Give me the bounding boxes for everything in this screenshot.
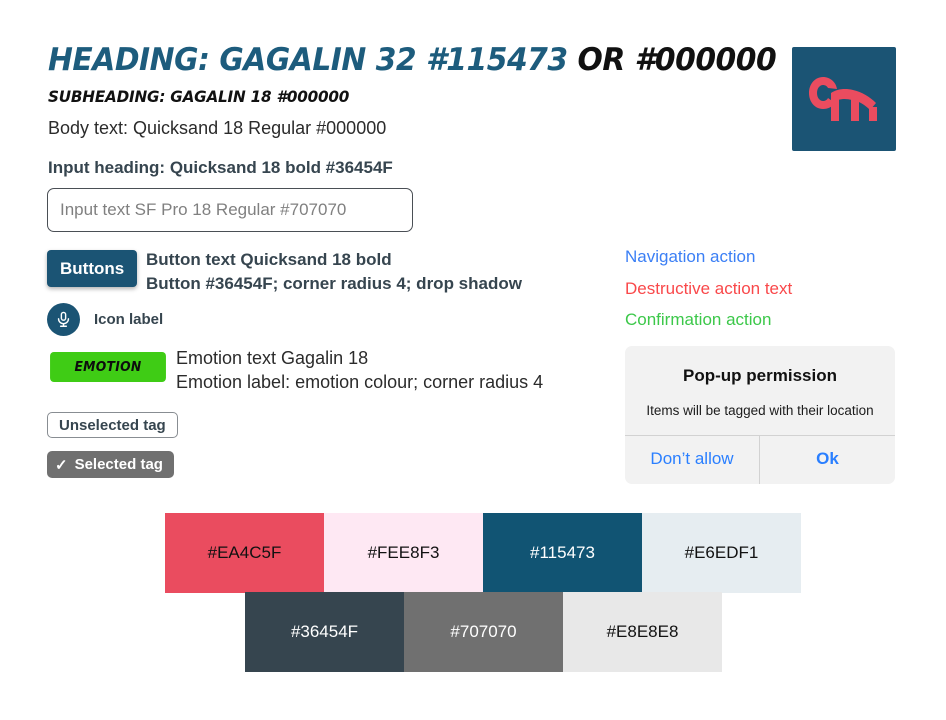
color-swatch: #EA4C5F: [165, 513, 324, 593]
color-swatch: #FEE8F3: [324, 513, 483, 593]
page-heading: HEADING: GAGALIN 32 #115473 OR #000000: [48, 42, 777, 78]
color-swatch: #707070: [404, 592, 563, 672]
microphone-icon[interactable]: [47, 303, 80, 336]
page-subheading: SUBHEADING: GAGALIN 18 #000000: [48, 87, 350, 106]
color-swatch: #36454F: [245, 592, 404, 672]
popup-title: Pop-up permission: [683, 366, 837, 385]
button-description: Button text Quicksand 18 bold Button #36…: [146, 248, 522, 296]
palette-row-neutral: #36454F #707070 #E8E8E8: [245, 592, 722, 672]
sample-text-input[interactable]: [47, 188, 413, 232]
emotion-tag[interactable]: EMOTION: [50, 352, 166, 382]
popup-permission-dialog: Pop-up permission Items will be tagged w…: [625, 346, 895, 484]
button-description-line-1: Button text Quicksand 18 bold: [146, 250, 392, 269]
selected-tag[interactable]: ✓ Selected tag: [47, 451, 174, 478]
color-swatch: #E8E8E8: [563, 592, 722, 672]
emotion-description-line-2: Emotion label: emotion colour; corner ra…: [176, 371, 544, 392]
navigation-action-link[interactable]: Navigation action: [625, 247, 755, 267]
input-heading-label: Input heading: Quicksand 18 bold #36454F: [48, 158, 393, 177]
heading-or-text: OR #000000: [577, 42, 777, 78]
emotion-description-line-1: Emotion text Gagalin 18: [176, 348, 369, 368]
confirmation-action-link[interactable]: Confirmation action: [625, 310, 771, 330]
popup-deny-button[interactable]: Don’t allow: [625, 436, 760, 484]
color-swatch: #115473: [483, 513, 642, 593]
color-swatch: #E6EDF1: [642, 513, 801, 593]
popup-action-row: Don’t allow Ok: [625, 435, 895, 484]
brand-logo: [792, 47, 896, 151]
heading-main-text: HEADING: GAGALIN 32 #115473: [48, 42, 578, 78]
cm-lettermark-icon: [809, 77, 877, 121]
check-icon: ✓: [55, 456, 68, 474]
popup-message: Items will be tagged with their location: [646, 403, 874, 418]
button-description-line-2: Button #36454F; corner radius 4; drop sh…: [146, 274, 522, 294]
popup-confirm-button[interactable]: Ok: [760, 436, 895, 484]
sample-primary-button[interactable]: Buttons: [47, 250, 138, 287]
icon-label-text: Icon label: [94, 311, 164, 328]
unselected-tag[interactable]: Unselected tag: [47, 412, 178, 438]
destructive-action-link[interactable]: Destructive action text: [625, 279, 792, 299]
body-text-sample: Body text: Quicksand 18 Regular #000000: [48, 118, 387, 138]
icon-label-row: Icon label: [47, 303, 163, 336]
emotion-description: Emotion text Gagalin 18 Emotion label: e…: [176, 347, 543, 395]
selected-tag-label: Selected tag: [74, 456, 163, 473]
palette-row-primary: #EA4C5F #FEE8F3 #115473 #E6EDF1: [165, 513, 801, 593]
